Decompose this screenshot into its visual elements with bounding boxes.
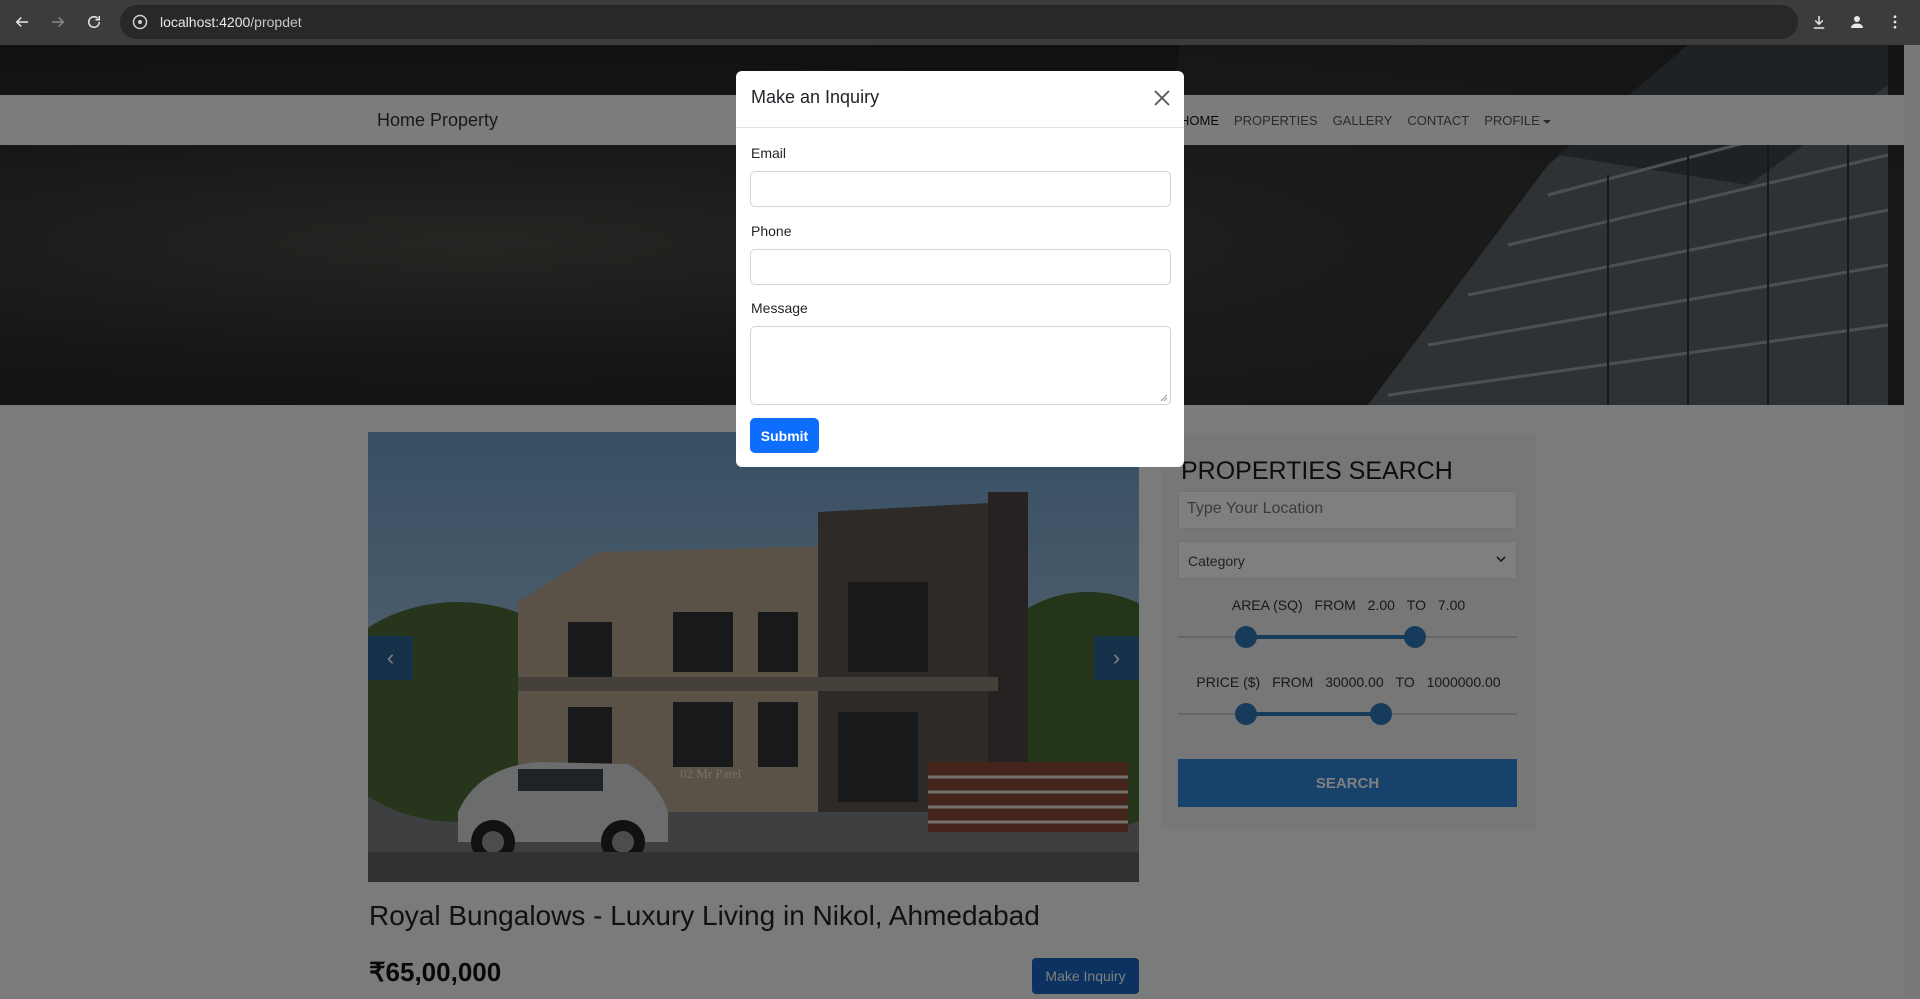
phone-label: Phone <box>751 223 792 239</box>
download-icon[interactable] <box>1802 4 1836 40</box>
modal-header: Make an Inquiry <box>736 71 1184 128</box>
resize-handle-icon[interactable] <box>1160 394 1168 402</box>
modal-title: Make an Inquiry <box>751 87 880 107</box>
profile-icon[interactable] <box>1840 4 1874 40</box>
url-text: localhost:4200/propdet <box>160 14 302 30</box>
message-label: Message <box>751 300 808 316</box>
more-menu-icon[interactable] <box>1878 4 1912 40</box>
inquiry-modal: Make an Inquiry Email Phone Message Subm… <box>736 71 1184 467</box>
address-bar[interactable]: localhost:4200/propdet <box>120 5 1798 39</box>
message-textarea[interactable] <box>750 326 1171 405</box>
back-icon[interactable] <box>4 4 40 40</box>
reload-icon[interactable] <box>76 4 112 40</box>
submit-button[interactable]: Submit <box>750 418 819 453</box>
email-label: Email <box>751 145 787 161</box>
browser-toolbar: localhost:4200/propdet <box>0 0 1920 45</box>
email-field[interactable] <box>750 171 1171 207</box>
forward-icon[interactable] <box>40 4 76 40</box>
phone-field[interactable] <box>750 249 1171 285</box>
site-info-icon[interactable] <box>132 14 148 30</box>
close-icon[interactable] <box>1152 88 1172 108</box>
